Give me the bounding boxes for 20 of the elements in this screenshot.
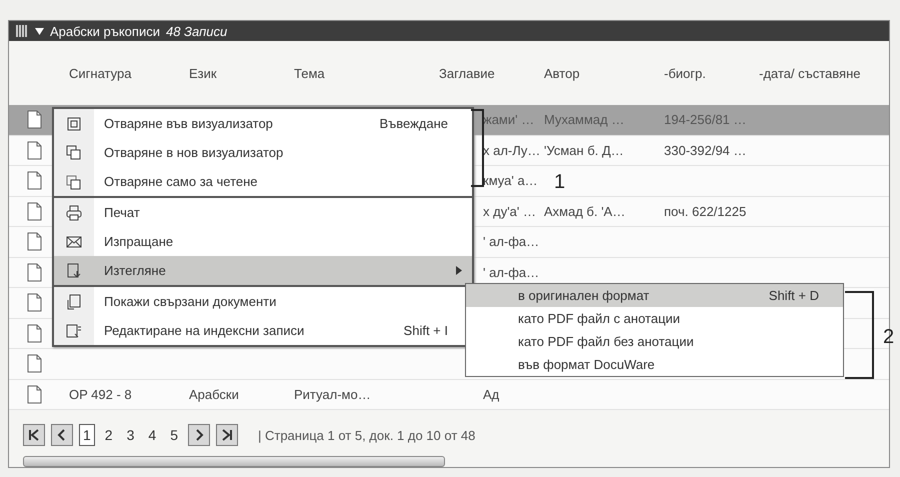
record-count: 48 Записи <box>166 24 228 38</box>
table-cell: Мухаммад … <box>544 112 624 128</box>
table-cell: ' ал-фа… <box>483 264 540 280</box>
table-cell: 330-392/94 … <box>664 142 746 158</box>
table-cell: Ахмад б. 'А… <box>544 204 626 219</box>
table-cell: поч. 622/1225 <box>664 204 746 219</box>
table-cell: ' ал-фа… <box>483 234 540 250</box>
table-cell: 'Усман б. Д… <box>544 142 624 158</box>
table-cell: кмуа' а… <box>483 173 538 188</box>
table-cell: Арабски <box>189 386 239 402</box>
page-status: | Страница 1 от 5, док. 1 до 10 от 48 <box>258 428 476 442</box>
table-cell: OP 492 - 8 <box>69 386 132 402</box>
callout-number: 1 <box>554 171 566 194</box>
table-cell: Ад <box>483 386 500 402</box>
table-cell: Ритуал-мо… <box>294 386 371 402</box>
list-title: Арабски ръкописи <box>50 24 160 38</box>
table-cell: 194-256/81 … <box>664 112 746 128</box>
table-cell: жами' … <box>483 112 534 128</box>
table-cell: х ду'а' … <box>483 204 536 219</box>
callout-number: 2 <box>883 326 894 349</box>
